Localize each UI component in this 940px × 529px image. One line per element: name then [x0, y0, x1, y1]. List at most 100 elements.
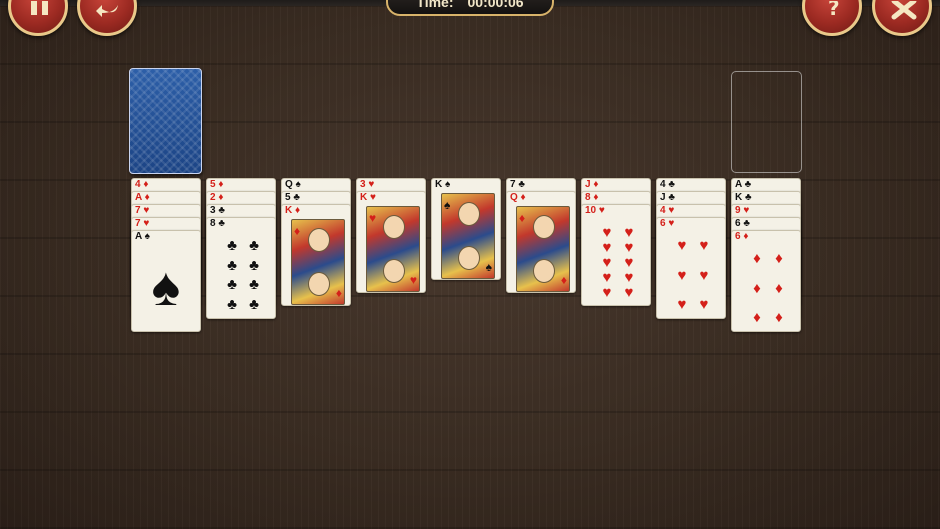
- pause-button[interactable]: [8, 0, 68, 36]
- card-rank-suit: 8 ♦: [585, 192, 598, 204]
- close-button[interactable]: [872, 0, 932, 36]
- top-card[interactable]: K ♦ ♦ ♦: [281, 204, 351, 306]
- pip: ♥: [624, 269, 634, 286]
- card-pips: ♦ ♦ ♦ ♦ ♦ ♦: [746, 251, 790, 325]
- top-card[interactable]: 6 ♦ ♦ ♦ ♦ ♦ ♦ ♦: [731, 230, 801, 332]
- timer-value: 00:00:06: [467, 0, 524, 10]
- timer-display: Time: 00:00:06: [386, 0, 554, 16]
- card-rank-suit: 7 ♥: [135, 205, 149, 217]
- face-suit: ♦: [294, 224, 301, 238]
- top-card[interactable]: Q ♦ ♦ ♦: [506, 191, 576, 293]
- card-rank-suit: 2 ♦: [210, 192, 223, 204]
- svg-text:?: ?: [828, 1, 840, 20]
- pip: ♥: [677, 296, 687, 313]
- pip: ♦: [753, 279, 761, 297]
- card-rank-suit: 4 ♦: [135, 179, 148, 191]
- card-rank-suit: K ♣: [735, 192, 752, 204]
- pip: ♦: [753, 250, 761, 267]
- help-icon: ?: [828, 1, 840, 20]
- pip: ♥: [602, 269, 612, 286]
- pip: ♣: [249, 237, 259, 254]
- undo-button[interactable]: [77, 0, 137, 36]
- pip: ♣: [227, 237, 237, 254]
- card-pips: ♥ ♥ ♥ ♥ ♥ ♥: [671, 238, 715, 312]
- pip: ♣: [227, 276, 237, 294]
- card-suit: ♣: [290, 192, 300, 203]
- card-suit: ♣: [215, 205, 225, 216]
- pip: ♥: [602, 224, 612, 241]
- pip: ♥: [602, 284, 612, 301]
- top-card[interactable]: K ♥ ♥ ♥: [356, 191, 426, 293]
- pip: ♥: [699, 266, 709, 284]
- card-suit: ♥: [140, 218, 150, 229]
- card-suit: ♥: [365, 179, 375, 190]
- top-card[interactable]: 8 ♣ ♣ ♣ ♣ ♣ ♣ ♣ ♣ ♣: [206, 217, 276, 319]
- card-rank-suit: K ♠: [435, 179, 450, 191]
- card-rank-suit: A ♣: [735, 179, 751, 191]
- card-rank-suit: 5 ♣: [285, 192, 300, 204]
- card-rank-suit: 6 ♦: [735, 231, 748, 243]
- card-suit: ♥: [140, 205, 150, 216]
- help-button[interactable]: ?: [802, 0, 862, 36]
- card-suit: ♥: [596, 205, 605, 216]
- pip: ♣: [227, 256, 237, 274]
- card-rank-suit: J ♦: [585, 179, 598, 191]
- card-rank-suit: 3 ♣: [210, 205, 225, 217]
- top-card[interactable]: 10 ♥ ♥ ♥ ♥ ♥ ♥ ♥ ♥ ♥ ♥ ♥: [581, 204, 651, 306]
- card-suit: ♠: [442, 179, 451, 190]
- card-suit: ♥: [665, 205, 675, 216]
- pip: ♥: [699, 296, 709, 313]
- card-suit: ♣: [215, 218, 225, 229]
- face-suit: ♠: [485, 260, 492, 274]
- card-rank-suit: 7 ♣: [510, 179, 525, 191]
- ace-pip: ♠: [151, 257, 181, 317]
- card-suit: ♦: [215, 179, 224, 190]
- card-rank-suit: 3 ♥: [360, 179, 374, 191]
- pip: ♥: [624, 224, 634, 241]
- card-suit: ♣: [665, 179, 675, 190]
- stock-pile[interactable]: [129, 68, 202, 174]
- face-suit: ♠: [444, 198, 451, 212]
- card-rank-suit: A ♦: [135, 192, 150, 204]
- face-card-art: ♦ ♦: [516, 206, 570, 292]
- card-suit: ♥: [740, 205, 750, 216]
- close-icon: [891, 1, 917, 20]
- card-rank: Q: [285, 179, 293, 190]
- top-card[interactable]: K ♠ ♠ ♠: [431, 178, 501, 280]
- card-suit: ♦: [292, 205, 301, 216]
- face-head: [383, 215, 405, 239]
- face-head: [533, 259, 555, 283]
- card-rank-suit: 4 ♣: [660, 179, 675, 191]
- foundation-slot[interactable]: [731, 71, 802, 173]
- card-suit: ♣: [741, 179, 752, 190]
- face-card-art: ♦ ♦: [291, 219, 345, 305]
- face-suit: ♥: [409, 273, 417, 287]
- card-pips: ♥ ♥ ♥ ♥ ♥ ♥ ♥ ♥ ♥ ♥: [596, 224, 640, 301]
- undo-icon: [96, 5, 118, 17]
- face-suit: ♦: [519, 211, 526, 225]
- top-card[interactable]: 6 ♥ ♥ ♥ ♥ ♥ ♥ ♥: [656, 217, 726, 319]
- card-suit: ♦: [141, 192, 150, 203]
- pip: ♦: [775, 250, 783, 267]
- pip: ♥: [624, 254, 634, 271]
- card-rank: A: [735, 179, 742, 190]
- pip: ♣: [249, 256, 259, 274]
- face-card-art: ♥ ♥: [366, 206, 420, 292]
- card-rank-suit: 10 ♥: [585, 205, 605, 217]
- card-rank-suit: 9 ♥: [735, 205, 749, 217]
- pip: ♥: [677, 237, 687, 254]
- pip: ♦: [775, 279, 783, 297]
- card-suit: ♦: [740, 231, 749, 242]
- card-rank-suit: Q ♦: [510, 192, 526, 204]
- card-rank-suit: K ♦: [285, 205, 300, 217]
- card-suit: ♣: [515, 179, 525, 190]
- card-rank-suit: J ♣: [660, 192, 675, 204]
- face-head: [533, 215, 555, 239]
- face-suit: ♦: [560, 273, 567, 287]
- top-card[interactable]: A ♠ ♠: [131, 230, 201, 332]
- card-rank: Q: [510, 192, 518, 203]
- card-rank-suit: K ♥: [360, 192, 376, 204]
- card-suit: ♣: [665, 192, 675, 203]
- card-suit: ♦: [590, 179, 599, 190]
- card-rank-suit: 8 ♣: [210, 218, 225, 230]
